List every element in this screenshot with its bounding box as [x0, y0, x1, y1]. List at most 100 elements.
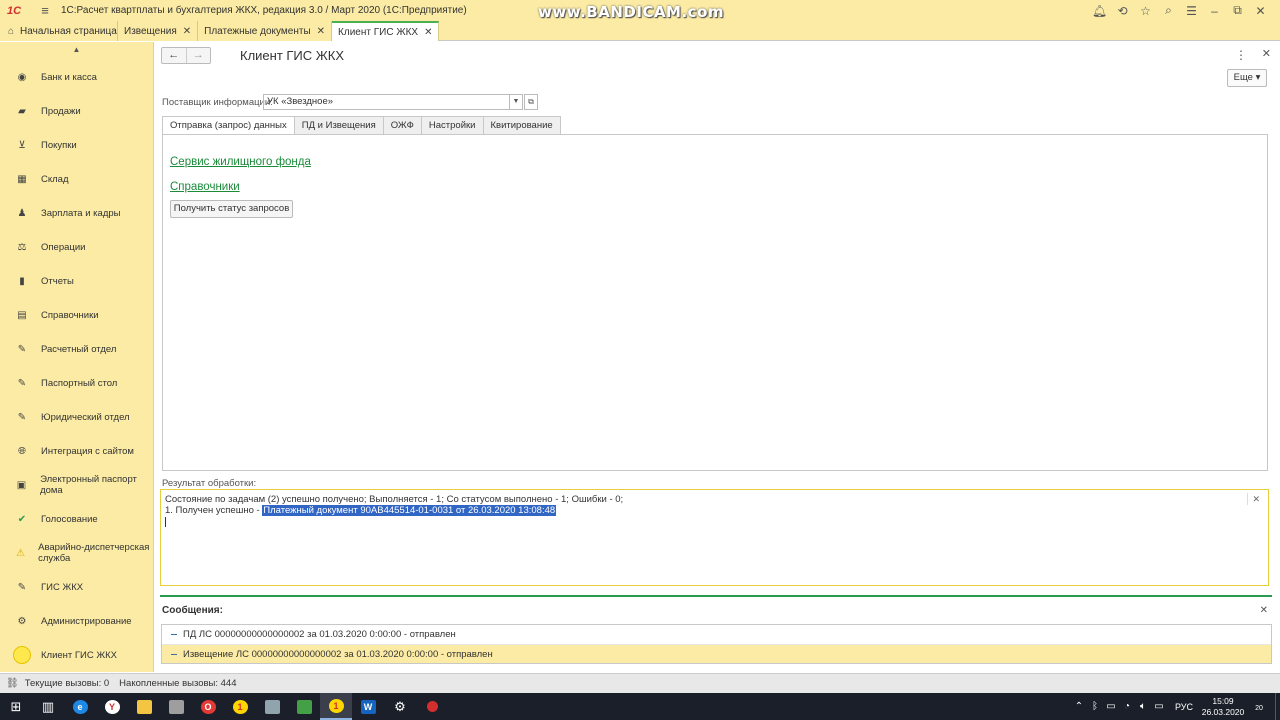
tab-close-icon[interactable]: ✕	[424, 27, 432, 38]
sidebar-item-site[interactable]: 🌐︎ Интеграция с сайтом	[0, 443, 154, 459]
tab-ozhf[interactable]: ОЖФ	[383, 116, 422, 135]
tab-payment-docs[interactable]: Платежные документы ✕	[198, 21, 333, 41]
start-icon[interactable]: ⊞	[0, 693, 32, 720]
edge-icon[interactable]: e	[64, 693, 96, 720]
forward-arrow-icon[interactable]: →	[185, 48, 211, 63]
restore-icon[interactable]: ⧉	[1226, 3, 1249, 18]
sidebar-item-salary[interactable]: ♟ Зарплата и кадры	[0, 205, 154, 221]
star-icon[interactable]: ☆	[1134, 4, 1157, 18]
get-status-button[interactable]: Получить статус запросов	[170, 200, 293, 218]
sidebar-item-emergency[interactable]: ⚠ Аварийно-диспетчерская служба	[0, 540, 154, 566]
sidebar-item-sales[interactable]: ▰ Продажи	[0, 103, 154, 119]
nav-buttons: ← →	[161, 47, 211, 64]
sidebar-item-purchases[interactable]: ⊻ Покупки	[0, 137, 154, 153]
scroll-up-icon[interactable]: ▲	[0, 42, 153, 58]
tab-gis-client[interactable]: Клиент ГИС ЖКХ ✕	[332, 21, 440, 41]
house-passport-icon: ▣	[16, 479, 27, 491]
yandex-icon[interactable]: Y	[96, 693, 128, 720]
tab-settings[interactable]: Настройки	[421, 116, 484, 135]
app-icon[interactable]	[160, 693, 192, 720]
reports-icon: ▮	[19, 275, 25, 287]
gear-icon[interactable]: ⚙	[384, 693, 416, 720]
divider	[1247, 493, 1248, 505]
bank-icon: ◉	[17, 71, 27, 83]
volume-icon[interactable]: 🔈︎	[1135, 701, 1151, 712]
sidebar-item-admin[interactable]: ⚙ Администрирование	[0, 613, 154, 629]
task-view-icon[interactable]: ▥	[32, 693, 64, 720]
tab-send-data[interactable]: Отправка (запрос) данных	[162, 116, 295, 135]
back-arrow-icon[interactable]: ←	[162, 48, 186, 63]
tab-label: Начальная страница	[20, 25, 117, 37]
main-form: ← → Клиент ГИС ЖКХ ⋮ ✕ Еще ▾ Поставщик и…	[155, 42, 1280, 672]
app-icon[interactable]	[256, 693, 288, 720]
history-icon[interactable]: ⟲	[1111, 4, 1134, 18]
dash-icon	[171, 653, 177, 655]
messages-list: ПД ЛС 00000000000000002 за 01.03.2020 0:…	[161, 624, 1272, 664]
clock[interactable]: 15:09 26.03.2020	[1199, 696, 1247, 718]
form-tabs: Отправка (запрос) данных ПД и Извещения …	[162, 116, 561, 135]
sidebar-item-passport[interactable]: ✎ Паспортный стол	[0, 375, 154, 391]
network-icon[interactable]: ▭	[1103, 701, 1119, 712]
list-item[interactable]: ПД ЛС 00000000000000002 за 01.03.2020 0:…	[162, 625, 1271, 644]
sidebar-item-gis[interactable]: ✎ ГИС ЖКХ	[0, 579, 154, 595]
warehouse-icon: ▦	[17, 173, 27, 185]
list-item[interactable]: Извещение ЛС 00000000000000002 за 01.03.…	[162, 644, 1271, 663]
language-indicator[interactable]: РУС	[1175, 702, 1193, 712]
tab-pd-notices[interactable]: ПД и Извещения	[294, 116, 384, 135]
messages-close-icon[interactable]: ✕	[1260, 605, 1268, 616]
minimize-icon[interactable]: –	[1203, 4, 1226, 18]
messages-title: Сообщения:	[162, 605, 223, 616]
more-actions-icon[interactable]: ⋮	[1235, 48, 1247, 62]
sidebar-item-catalogs[interactable]: ▤ Справочники	[0, 307, 154, 323]
sidebar-item-voting[interactable]: ✔ Голосование	[0, 511, 154, 527]
wifi-icon[interactable]: ◔	[1119, 701, 1135, 712]
open-link-icon[interactable]: ⧉	[524, 94, 538, 110]
sidebar-item-reports[interactable]: ▮ Отчеты	[0, 273, 154, 289]
battery-icon[interactable]: ▭	[1151, 701, 1167, 712]
result-line: Состояние по задачам (2) успешно получен…	[165, 494, 624, 505]
supplier-field[interactable]: УК «Звездное»	[263, 94, 510, 110]
chevron-down-icon[interactable]: ▼	[509, 94, 523, 110]
chevron-up-icon[interactable]: ⌃	[1071, 701, 1087, 712]
more-button[interactable]: Еще ▾	[1227, 69, 1267, 87]
gear-icon: ⚙	[17, 615, 27, 627]
folder-icon[interactable]	[128, 693, 160, 720]
person-icon: ♟	[17, 207, 27, 219]
notifications-icon[interactable]: 20	[1247, 701, 1271, 713]
1c-icon[interactable]: 1	[224, 693, 256, 720]
record-icon[interactable]	[416, 693, 448, 720]
1c-icon[interactable]: 1	[320, 693, 352, 720]
catalogs-link[interactable]: Справочники	[170, 181, 240, 193]
tab-home[interactable]: ⌂ Начальная страница	[0, 21, 118, 41]
clear-icon[interactable]: ✕	[1252, 494, 1260, 505]
sidebar-item-gis-client[interactable]: Клиент ГИС ЖКХ	[0, 645, 154, 665]
sidebar-item-bank[interactable]: ◉ Банк и касса	[0, 69, 154, 85]
search-icon[interactable]: ⌕	[1157, 3, 1180, 18]
close-icon[interactable]: ✕	[1249, 4, 1272, 18]
word-icon[interactable]: W	[352, 693, 384, 720]
settings-icon[interactable]: ☰	[1180, 4, 1203, 18]
sidebar-item-operations[interactable]: ⚖ Операции	[0, 239, 154, 255]
tab-label: Клиент ГИС ЖКХ	[338, 26, 419, 38]
status-bar: ⛓ Текущие вызовы: 0 Накопленные вызовы: …	[0, 673, 1280, 693]
tab-close-icon[interactable]: ✕	[317, 26, 325, 37]
tab-close-icon[interactable]: ✕	[183, 26, 191, 37]
sidebar-item-warehouse[interactable]: ▦ Склад	[0, 171, 154, 187]
opera-icon[interactable]: O	[192, 693, 224, 720]
warning-icon: ⚠	[16, 547, 26, 559]
app-icon[interactable]	[288, 693, 320, 720]
sidebar-item-house-passport[interactable]: ▣ Электронный паспорт дома	[0, 472, 154, 498]
tab-label: Извещения	[124, 25, 177, 37]
tab-notices[interactable]: Извещения ✕	[118, 21, 199, 41]
bluetooth-icon[interactable]: ᛒ	[1087, 701, 1103, 712]
tab-reconciliation[interactable]: Квитирование	[483, 116, 561, 135]
result-textarea[interactable]: Состояние по задачам (2) успешно получен…	[160, 489, 1269, 586]
link-icon: ⛓	[6, 678, 19, 689]
show-desktop-button[interactable]	[1275, 693, 1280, 720]
bell-icon[interactable]: 🔔︎	[1088, 4, 1111, 18]
main-menu-icon[interactable]: ≡	[37, 3, 53, 18]
sidebar-item-legal[interactable]: ✎ Юридический отдел	[0, 409, 154, 425]
housing-service-link[interactable]: Сервис жилищного фонда	[170, 156, 311, 168]
sidebar-item-billing[interactable]: ✎ Расчетный отдел	[0, 341, 154, 357]
form-close-icon[interactable]: ✕	[1262, 47, 1271, 60]
